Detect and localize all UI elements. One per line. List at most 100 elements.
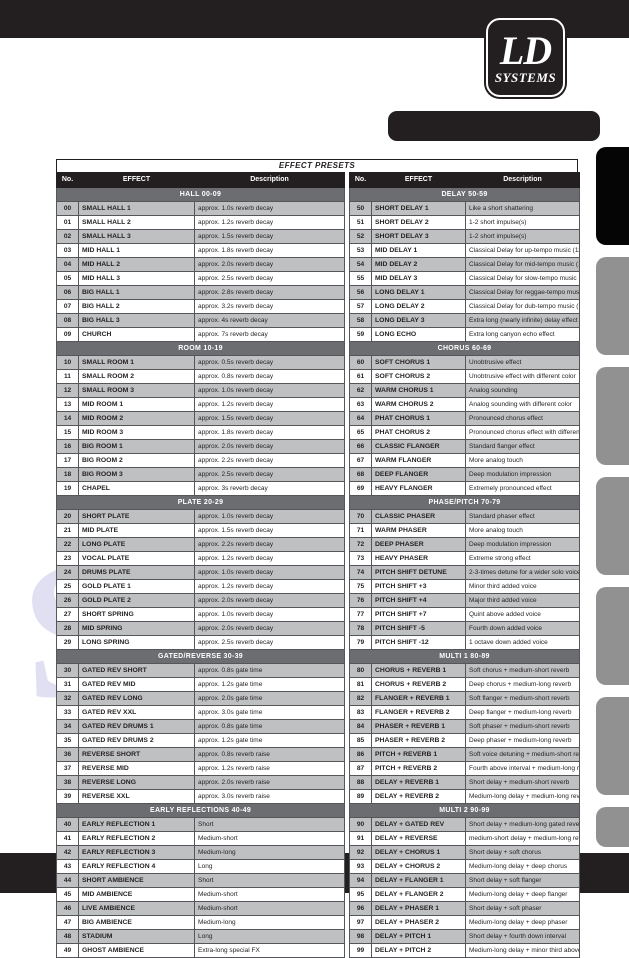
table-row: 52 SHORT DELAY 3 1-2 short impulse(s): [349, 229, 580, 244]
cell-no: 08: [56, 313, 79, 328]
table-row: 79 PITCH SHIFT -12 1 octave down added voi…: [349, 635, 580, 650]
logo-ld-text: LD: [499, 28, 552, 73]
cell-desc: approx. 0.8s reverb decay: [194, 369, 345, 384]
cell-no: 21: [56, 523, 79, 538]
effect-presets-block: EFFECT PRESETS No. EFFECT Description HA…: [56, 159, 580, 958]
cell-desc: Short delay + soft flanger: [465, 873, 580, 888]
table-row: 01 SMALL HALL 2 approx. 1.2s reverb decay: [56, 215, 345, 230]
cell-no: 23: [56, 551, 79, 566]
cell-desc: 2-3-times detune for a wider solo voice …: [465, 565, 580, 580]
table-row: 81 CHORUS + REVERB 2 Deep chorus + medium-…: [349, 677, 580, 692]
cell-desc: Deep phaser + medium-long reverb: [465, 733, 580, 748]
cell-effect: MID SPRING: [78, 621, 195, 636]
cell-desc: Unobtrusive effect with different color: [465, 369, 580, 384]
cell-desc: approx. 2.5s reverb decay: [194, 271, 345, 286]
cell-no: 06: [56, 285, 79, 300]
table-row: 71 WARM PHASER More analog touch: [349, 523, 580, 538]
cell-no: 83: [349, 705, 372, 720]
cell-effect: EARLY REFLECTION 4: [78, 859, 195, 874]
cell-effect: HEAVY PHASER: [371, 551, 466, 566]
cell-no: 43: [56, 859, 79, 874]
cell-desc: medium-short delay + medium-long reverse…: [465, 831, 580, 846]
cell-desc: approx. 1.2s gate time: [194, 733, 345, 748]
table-row: 07 BIG HALL 2 approx. 3.2s reverb decay: [56, 299, 345, 314]
table-row: 53 MID DELAY 1 Classical Delay for up-temp…: [349, 243, 580, 258]
table-row: 68 DEEP FLANGER Deep modulation impression: [349, 467, 580, 482]
index-tab-1[interactable]: [596, 257, 629, 355]
table-row: 55 MID DELAY 3 Classical Delay for slow-te…: [349, 271, 580, 286]
table-row: 34 GATED REV DRUMS 1 approx. 0.8s gate tim…: [56, 719, 345, 734]
cell-no: 35: [56, 733, 79, 748]
table-row: 17 BIG ROOM 2 approx. 2.2s reverb decay: [56, 453, 345, 468]
table-row: 43 EARLY REFLECTION 4 Long: [56, 859, 345, 874]
index-tab-5[interactable]: [596, 697, 629, 795]
cell-effect: STADIUM: [78, 929, 195, 944]
index-tab-3[interactable]: [596, 477, 629, 575]
cell-effect: PITCH SHIFT DETUNE: [371, 565, 466, 580]
cell-no: 84: [349, 719, 372, 734]
cell-no: 55: [349, 271, 372, 286]
cell-no: 24: [56, 565, 79, 580]
table-row: 14 MID ROOM 2 approx. 1.5s reverb decay: [56, 411, 345, 426]
cell-no: 01: [56, 215, 79, 230]
cell-no: 30: [56, 663, 79, 678]
index-tab-4[interactable]: [596, 587, 629, 685]
cell-no: 45: [56, 887, 79, 902]
page-title: EFFECT PRESETS: [56, 159, 578, 172]
table-row: 87 PITCH + REVERB 2 Fourth above interval …: [349, 761, 580, 776]
table-row: 10 SMALL ROOM 1 approx. 0.5s reverb decay: [56, 355, 345, 370]
index-tab-0[interactable]: [596, 147, 629, 245]
table-row: 98 DELAY + PITCH 1 Short delay + fourth do…: [349, 929, 580, 944]
table-row: 00 SMALL HALL 1 approx. 1.0s reverb decay: [56, 201, 345, 216]
index-tab-2[interactable]: [596, 367, 629, 465]
section-band-label: CHORUS 60-69: [349, 341, 580, 356]
table-row: 69 HEAVY FLANGER Extremely pronounced effe…: [349, 481, 580, 496]
table-row: 48 STADIUM Long: [56, 929, 345, 944]
cell-effect: PITCH + REVERB 2: [371, 761, 466, 776]
table-row: 04 MID HALL 2 approx. 2.0s reverb decay: [56, 257, 345, 272]
cell-effect: PHAT CHORUS 1: [371, 411, 466, 426]
cell-no: 51: [349, 215, 372, 230]
cell-effect: LONG SPRING: [78, 635, 195, 650]
cell-effect: LONG ECHO: [371, 327, 466, 342]
cell-no: 75: [349, 579, 372, 594]
cell-effect: MID AMBIENCE: [78, 887, 195, 902]
table-header-row: No. EFFECT Description: [56, 172, 345, 188]
cell-desc: approx. 3s reverb decay: [194, 481, 345, 496]
cell-desc: Medium-long delay + deep flanger: [465, 887, 580, 902]
table-row: 85 PHASER + REVERB 2 Deep phaser + medium-…: [349, 733, 580, 748]
cell-desc: approx. 2.5s reverb decay: [194, 467, 345, 482]
cell-no: 28: [56, 621, 79, 636]
cell-desc: Deep modulation impression: [465, 537, 580, 552]
section-band: GATED/REVERSE 30-39: [56, 649, 345, 664]
cell-desc: approx. 1.2s reverb decay: [194, 397, 345, 412]
cell-desc: approx. 2.5s reverb decay: [194, 635, 345, 650]
table-row: 03 MID HALL 1 approx. 1.8s reverb decay: [56, 243, 345, 258]
cell-no: 33: [56, 705, 79, 720]
cell-desc: Soft voice detuning + medium-short rever…: [465, 747, 580, 762]
table-row: 80 CHORUS + REVERB 1 Soft chorus + medium-…: [349, 663, 580, 678]
cell-no: 92: [349, 845, 372, 860]
cell-desc: Pronounced chorus effect: [465, 411, 580, 426]
table-row: 99 DELAY + PITCH 2 Medium-long delay + min…: [349, 943, 580, 958]
table-row: 76 PITCH SHIFT +4 Major third added voice: [349, 593, 580, 608]
table-row: 27 SHORT SPRING approx. 1.0s reverb decay: [56, 607, 345, 622]
cell-desc: approx. 1.0s reverb decay: [194, 565, 345, 580]
table-row: 58 LONG DELAY 3 Extra long (nearly infinit…: [349, 313, 580, 328]
cell-effect: WARM PHASER: [371, 523, 466, 538]
cell-effect: GATED REV DRUMS 1: [78, 719, 195, 734]
column-header-description: Description: [465, 172, 580, 188]
table-row: 92 DELAY + CHORUS 1 Short delay + soft cho…: [349, 845, 580, 860]
cell-no: 73: [349, 551, 372, 566]
cell-no: 86: [349, 747, 372, 762]
cell-no: 85: [349, 733, 372, 748]
cell-effect: SMALL HALL 1: [78, 201, 195, 216]
cell-effect: DEEP PHASER: [371, 537, 466, 552]
index-tab-6[interactable]: [596, 807, 629, 847]
section-band-label: GATED/REVERSE 30-39: [56, 649, 345, 664]
cell-no: 71: [349, 523, 372, 538]
cell-no: 57: [349, 299, 372, 314]
cell-effect: VOCAL PLATE: [78, 551, 195, 566]
cell-no: 50: [349, 201, 372, 216]
cell-effect: BIG ROOM 1: [78, 439, 195, 454]
